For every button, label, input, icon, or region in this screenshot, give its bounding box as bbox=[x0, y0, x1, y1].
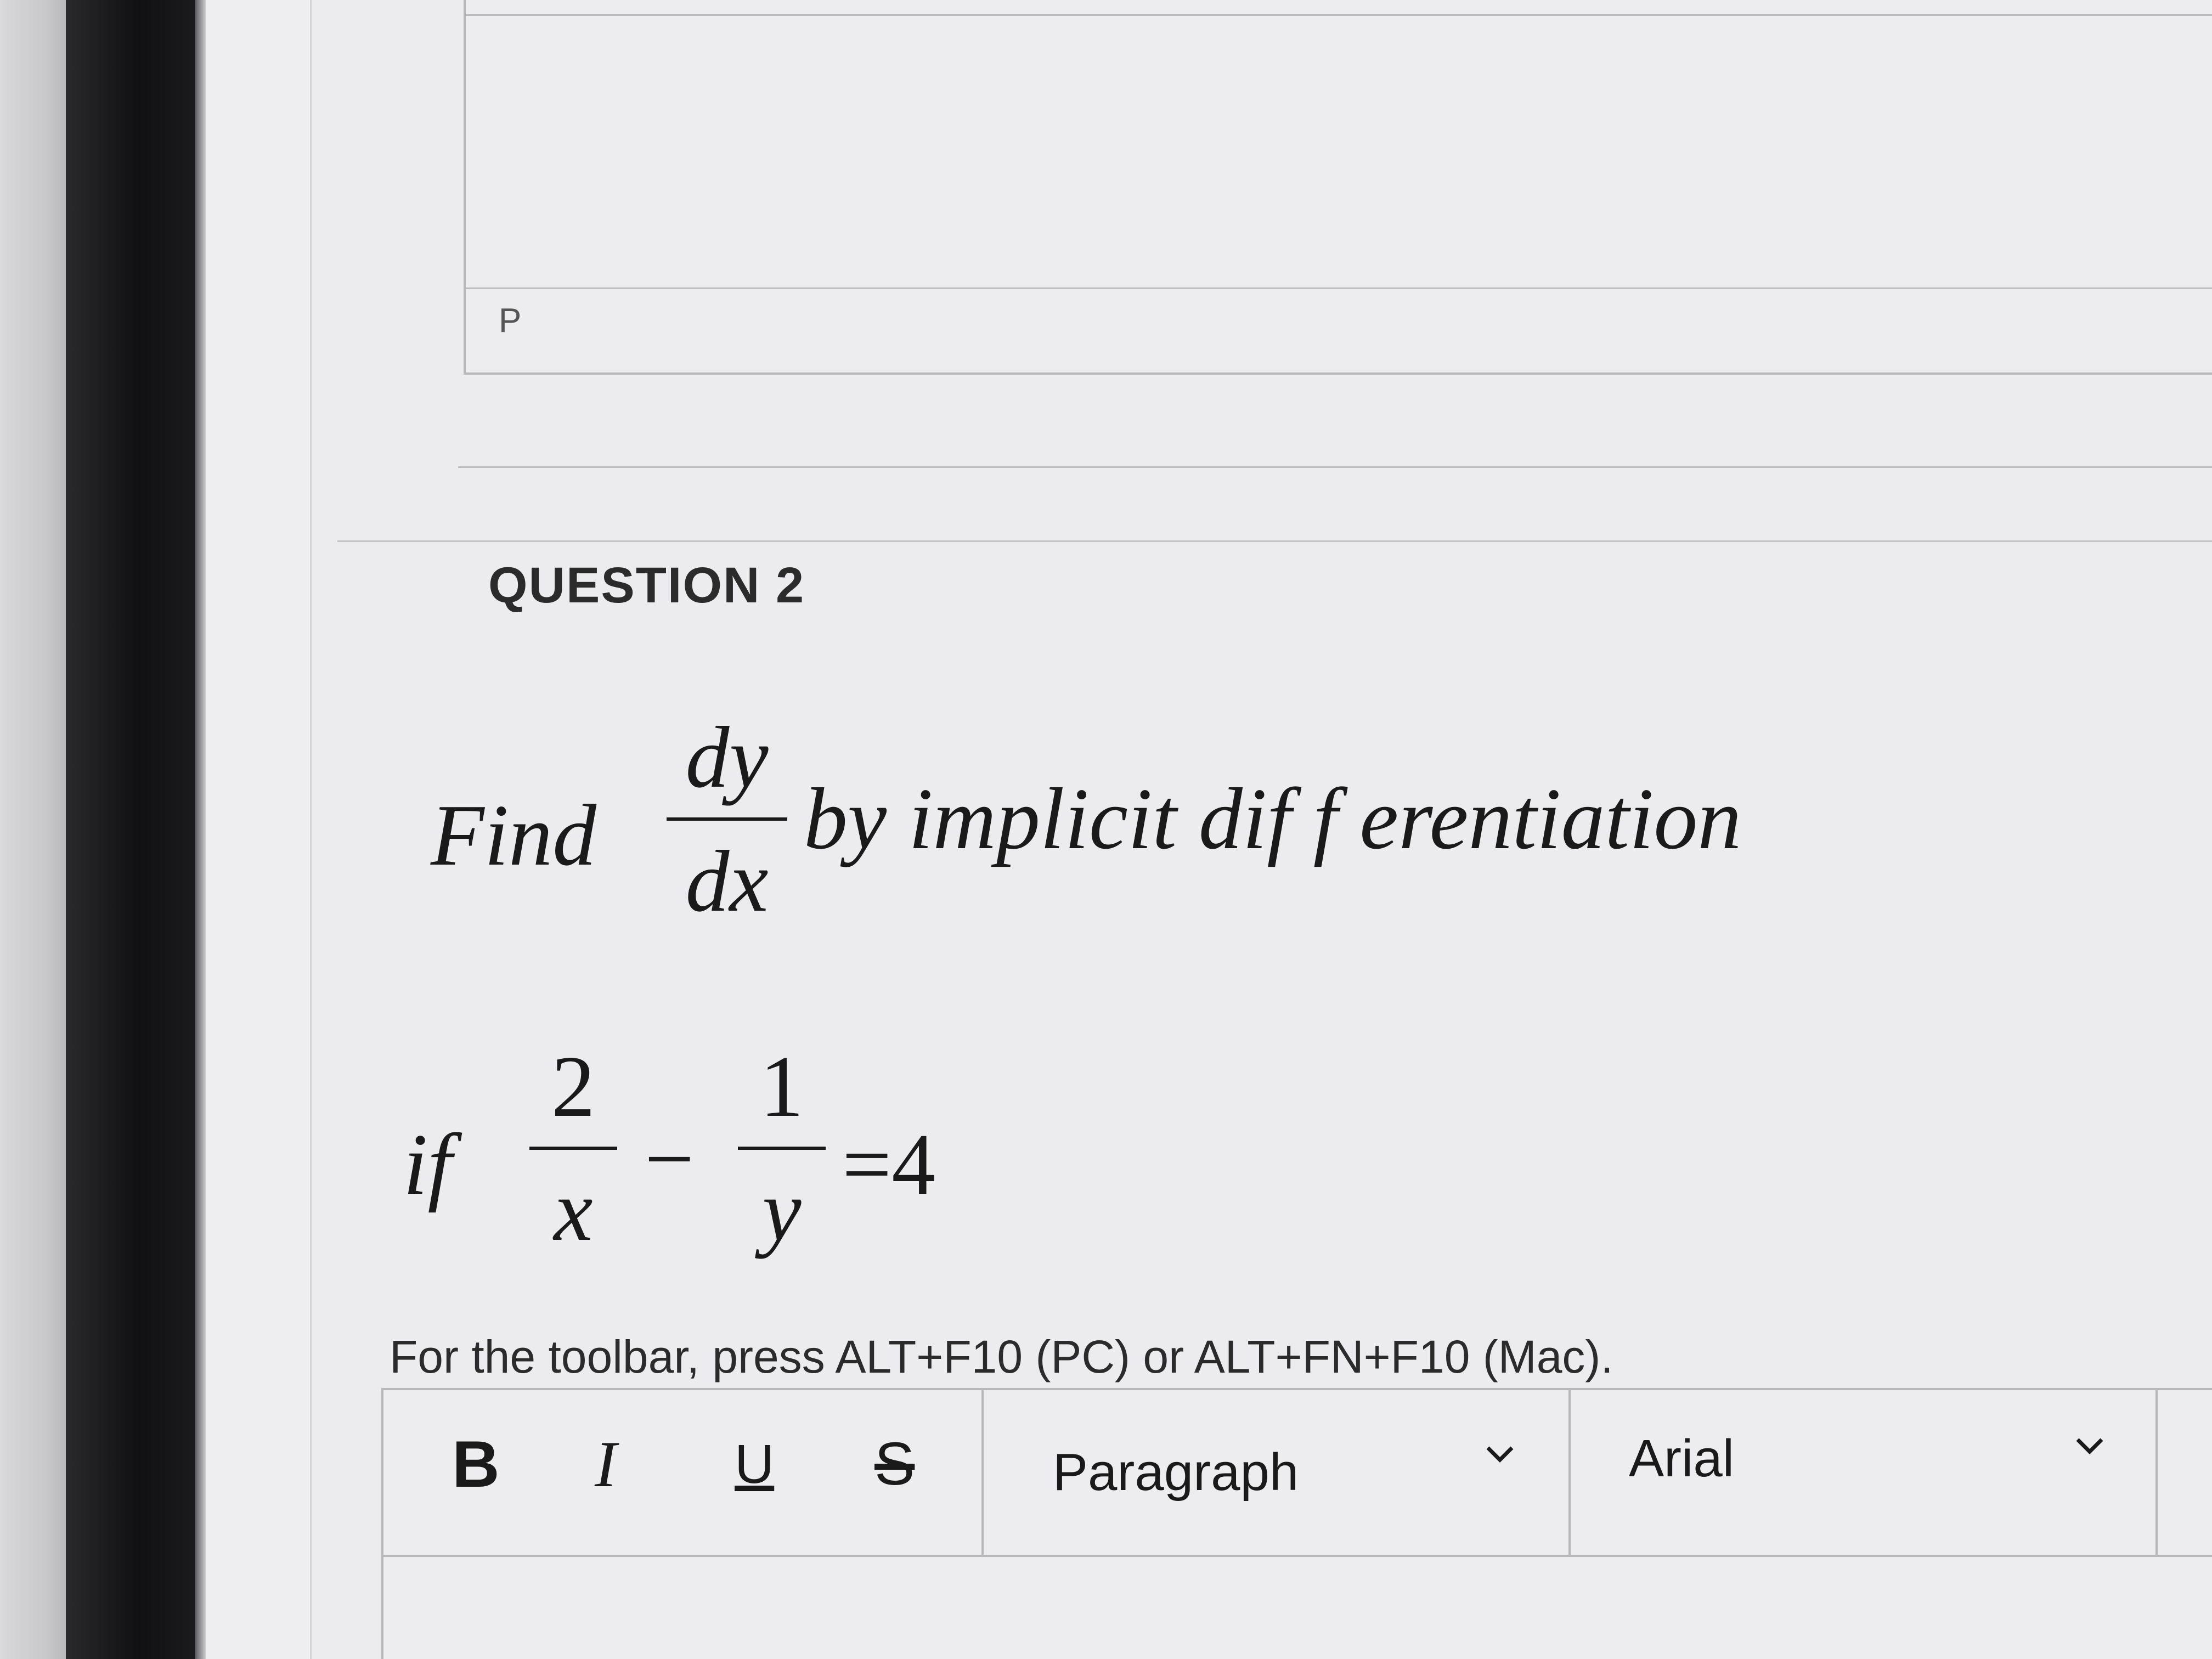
fraction-bar bbox=[738, 1147, 826, 1150]
strikethrough-button[interactable]: S bbox=[874, 1434, 915, 1494]
word-if: if bbox=[403, 1115, 452, 1213]
bold-button[interactable]: B bbox=[452, 1431, 500, 1497]
answer-editor[interactable]: B I U S Paragraph Arial bbox=[381, 1388, 2212, 1659]
fraction-numerator: dy bbox=[685, 708, 769, 806]
divider bbox=[458, 466, 2212, 468]
monitor-bezel bbox=[66, 0, 198, 1659]
paragraph-select[interactable]: Paragraph bbox=[1053, 1442, 1299, 1503]
editor-toolbar: B I U S Paragraph Arial bbox=[383, 1390, 2212, 1557]
path-indicator: P bbox=[499, 302, 522, 340]
question-heading: QUESTION 2 bbox=[488, 557, 805, 613]
toolbar-separator bbox=[2155, 1390, 2158, 1555]
question-text-line-2: if 2 x − 1 y =4 bbox=[403, 1042, 1500, 1289]
minus-sign: − bbox=[645, 1110, 695, 1207]
section-divider bbox=[337, 540, 2212, 542]
fraction-denominator: y bbox=[762, 1161, 802, 1259]
fraction-bar bbox=[529, 1147, 617, 1150]
monitor-frame bbox=[0, 0, 66, 1659]
screen: P QUESTION 2 Find dy dx by implicit dif … bbox=[206, 0, 2212, 1659]
fraction-numerator: 1 bbox=[760, 1037, 804, 1135]
toolbar-separator bbox=[981, 1390, 984, 1555]
editor-status-border bbox=[466, 287, 2212, 289]
fraction-denominator: dx bbox=[685, 832, 769, 930]
fraction-2-over-x: 2 x bbox=[529, 1042, 617, 1254]
underline-button[interactable]: U bbox=[735, 1437, 774, 1492]
editor-toolbar-border bbox=[466, 14, 2212, 16]
fraction-dy-dx: dy dx bbox=[667, 713, 787, 925]
fraction-numerator: 2 bbox=[551, 1037, 595, 1135]
fraction-1-over-y: 1 y bbox=[738, 1042, 826, 1254]
equals-four: =4 bbox=[842, 1115, 936, 1213]
toolbar-separator bbox=[1568, 1390, 1571, 1555]
font-select[interactable]: Arial bbox=[1629, 1429, 1734, 1489]
toolbar-hint: For the toolbar, press ALT+F10 (PC) or A… bbox=[390, 1331, 1613, 1383]
chevron-down-icon[interactable] bbox=[2073, 1429, 2106, 1462]
fraction-bar bbox=[667, 817, 787, 821]
chevron-down-icon[interactable] bbox=[1483, 1437, 1516, 1470]
question-phrase: by implicit dif f erentiation bbox=[804, 770, 1742, 867]
photo-stage: P QUESTION 2 Find dy dx by implicit dif … bbox=[0, 0, 2212, 1659]
fraction-denominator: x bbox=[554, 1161, 593, 1259]
italic-button[interactable]: I bbox=[595, 1431, 617, 1497]
word-find: Find bbox=[431, 786, 597, 884]
bezel-edge bbox=[195, 0, 206, 1659]
previous-answer-editor[interactable]: P bbox=[464, 0, 2212, 375]
question-text-line-1: Find dy dx by implicit dif f erentiation bbox=[431, 713, 2186, 960]
